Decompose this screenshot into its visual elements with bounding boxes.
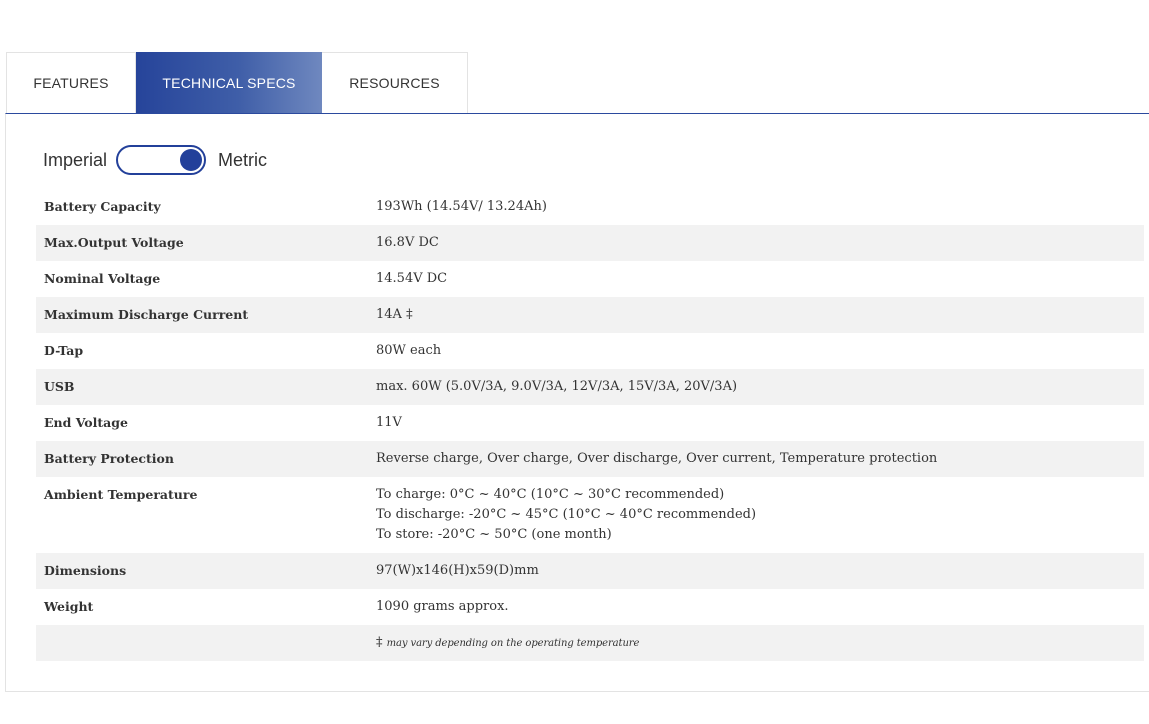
spec-value: 14A ‡ [368, 297, 1144, 333]
spec-tabs: FEATURES TECHNICAL SPECS RESOURCES [6, 52, 468, 113]
table-row: Battery Protection Reverse charge, Over … [36, 441, 1144, 477]
spec-label: USB [36, 369, 368, 405]
spec-label: Max.Output Voltage [36, 225, 368, 261]
footnote-label-cell [36, 625, 368, 661]
table-row: Maximum Discharge Current 14A ‡ [36, 297, 1144, 333]
temp-charge-line: To charge: 0°C ~ 40°C (10°C ~ 30°C recom… [376, 487, 725, 502]
spec-table: Battery Capacity 193Wh (14.54V/ 13.24Ah)… [36, 189, 1144, 661]
table-row: ‡ may vary depending on the operating te… [36, 625, 1144, 661]
spec-label: D-Tap [44, 343, 84, 358]
table-row: Nominal Voltage 14.54V DC [36, 261, 1144, 297]
metric-label: Metric [218, 149, 268, 170]
spec-value: 193Wh (14.54V/ 13.24Ah) [376, 199, 547, 214]
spec-value: 80W each [376, 343, 442, 358]
spec-value: 14.54V DC [376, 271, 448, 286]
spec-value: Reverse charge, Over charge, Over discha… [368, 441, 1144, 477]
footnote-text: may vary depending on the operating temp… [386, 637, 640, 649]
table-row: D-Tap 80W each [36, 333, 1144, 369]
spec-value: 16.8V DC [368, 225, 1144, 261]
table-row: Weight 1090 grams approx. [36, 589, 1144, 625]
table-row: USB max. 60W (5.0V/3A, 9.0V/3A, 12V/3A, … [36, 369, 1144, 405]
footnote: ‡ may vary depending on the operating te… [368, 625, 1144, 661]
spec-label: End Voltage [44, 415, 128, 430]
spec-label: Maximum Discharge Current [36, 297, 368, 333]
table-row: Dimensions 97(W)x146(H)x59(D)mm [36, 553, 1144, 589]
spec-label: Nominal Voltage [44, 271, 161, 286]
footnote-symbol: ‡ [376, 634, 383, 650]
table-row: End Voltage 11V [36, 405, 1144, 441]
unit-toggle-switch[interactable] [116, 145, 207, 175]
spec-value: 97(W)x146(H)x59(D)mm [368, 553, 1144, 589]
spec-value: 11V [376, 415, 402, 430]
table-row: Ambient Temperature To charge: 0°C ~ 40°… [36, 477, 1144, 553]
spec-label: Ambient Temperature [44, 487, 198, 502]
tab-resources[interactable]: RESOURCES [322, 52, 468, 113]
unit-toggle-row: Imperial Metric [43, 143, 267, 177]
temp-store-line: To store: -20°C ~ 50°C (one month) [376, 527, 612, 542]
toggle-knob [180, 149, 203, 171]
imperial-label: Imperial [43, 149, 108, 170]
spec-value: max. 60W (5.0V/3A, 9.0V/3A, 12V/3A, 15V/… [368, 369, 1144, 405]
spec-label: Battery Capacity [44, 199, 161, 214]
spec-label: Battery Protection [36, 441, 368, 477]
tab-technical-specs[interactable]: TECHNICAL SPECS [136, 52, 322, 113]
temp-discharge-line: To discharge: -20°C ~ 45°C (10°C ~ 40°C … [376, 507, 757, 522]
table-row: Battery Capacity 193Wh (14.54V/ 13.24Ah) [36, 189, 1144, 225]
spec-label: Dimensions [36, 553, 368, 589]
table-row: Max.Output Voltage 16.8V DC [36, 225, 1144, 261]
tab-features[interactable]: FEATURES [6, 52, 136, 113]
spec-label: Weight [44, 599, 94, 614]
spec-value: To charge: 0°C ~ 40°C (10°C ~ 30°C recom… [368, 477, 1144, 553]
spec-value: 1090 grams approx. [376, 599, 509, 614]
